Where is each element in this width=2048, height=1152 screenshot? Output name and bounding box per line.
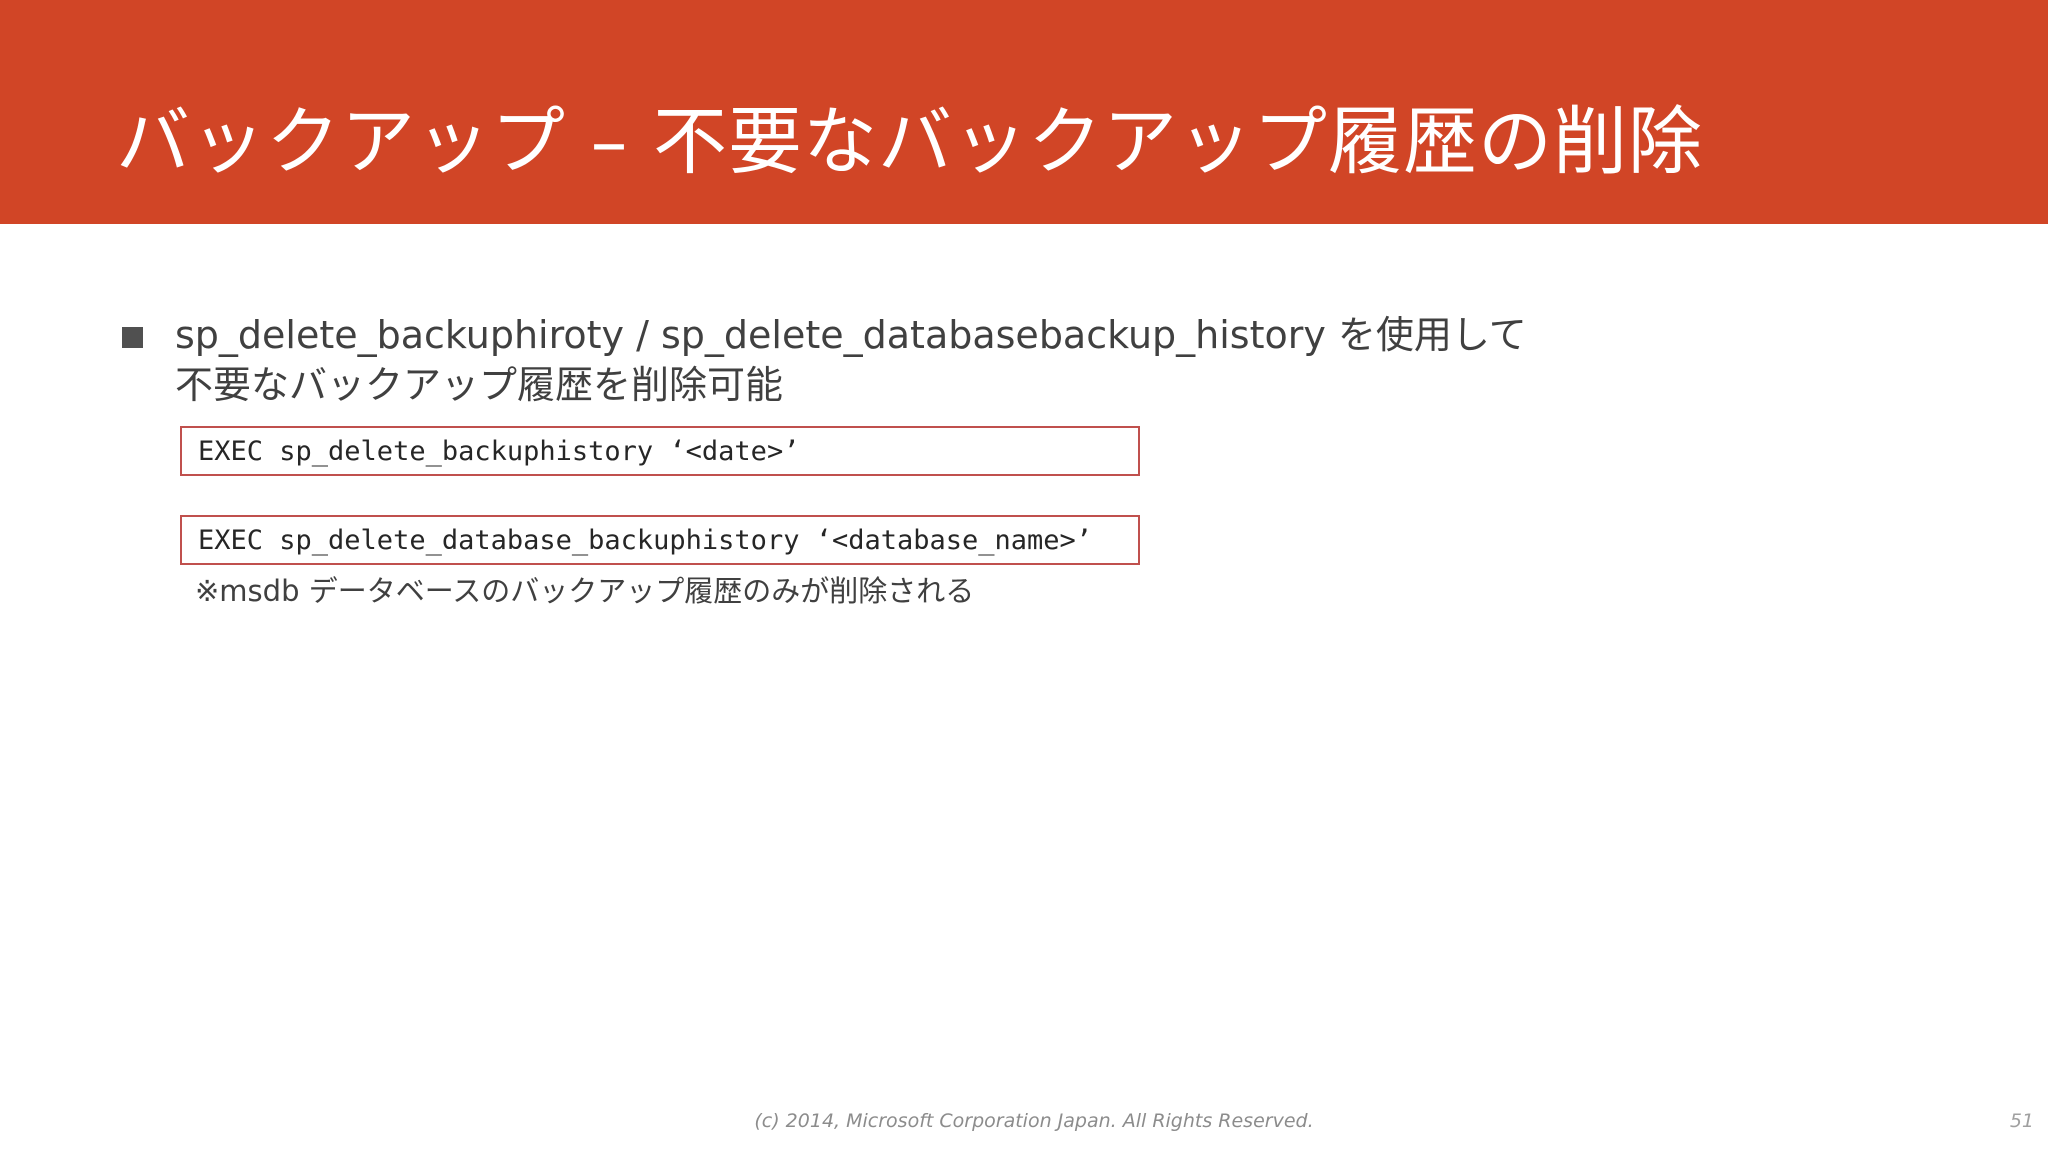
square-bullet-icon — [122, 327, 143, 348]
slide-title: バックアップ – 不要なバックアップ履歴の削除 — [116, 99, 1704, 185]
copyright-footer: (c) 2014, Microsoft Corporation Japan. A… — [754, 1110, 1314, 1132]
code-box-backuphistory: EXEC sp_delete_backuphistory ‘<date>’ — [180, 426, 1140, 476]
title-bar: バックアップ – 不要なバックアップ履歴の削除 — [0, 0, 2048, 224]
code-box-database-backuphistory: EXEC sp_delete_database_backuphistory ‘<… — [180, 515, 1140, 565]
page-number: 51 — [2009, 1110, 2034, 1132]
bullet-text: sp_delete_backuphiroty / sp_delete_datab… — [175, 310, 1675, 410]
bullet-line-1: sp_delete_backuphiroty / sp_delete_datab… — [175, 313, 1527, 357]
code-line-backuphistory: EXEC sp_delete_backuphistory ‘<date>’ — [198, 436, 800, 467]
note-text: ※msdb データベースのバックアップ履歴のみが削除される — [195, 574, 975, 608]
bullet-line-2: 不要なバックアップ履歴を削除可能 — [175, 363, 784, 407]
code-line-database-backuphistory: EXEC sp_delete_database_backuphistory ‘<… — [198, 525, 1093, 556]
